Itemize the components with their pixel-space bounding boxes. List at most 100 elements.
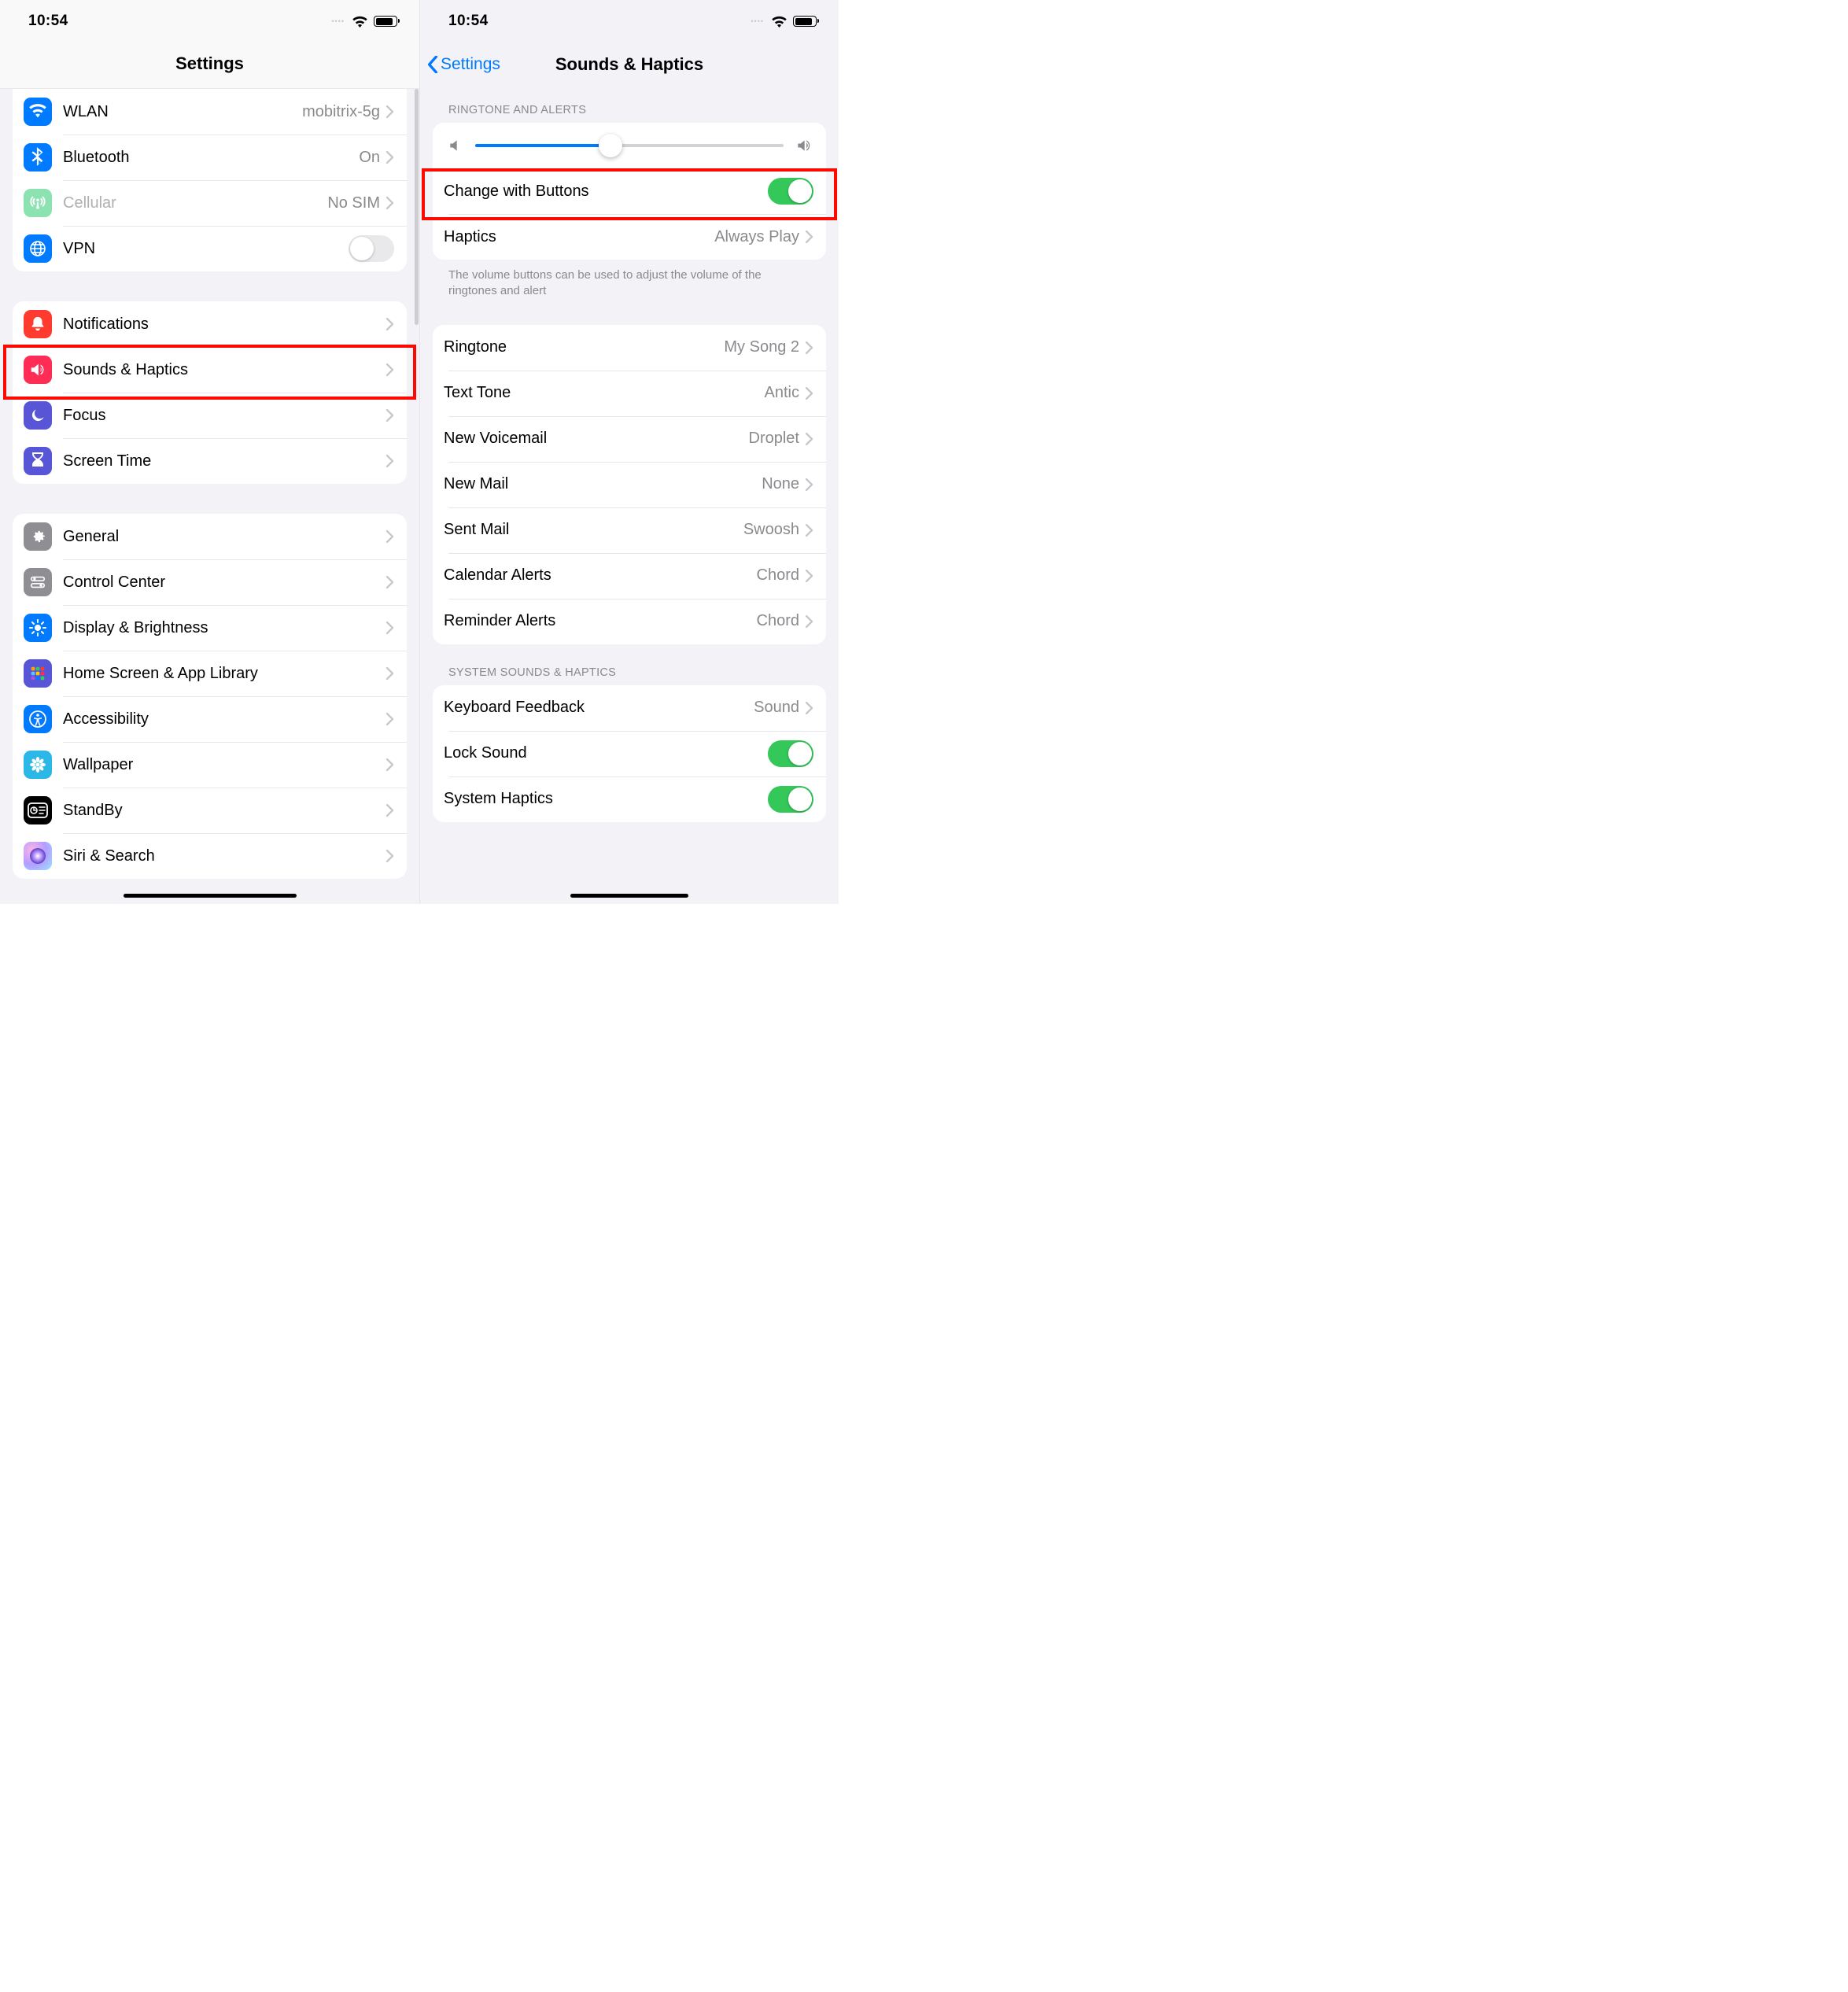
bluetooth-row[interactable]: Bluetooth On xyxy=(13,135,407,180)
chevron-right-icon xyxy=(386,850,394,862)
slider-thumb[interactable] xyxy=(599,134,622,157)
hourglass-icon xyxy=(24,447,52,475)
calendar-alerts-row[interactable]: Calendar Alerts Chord xyxy=(433,553,826,599)
chevron-right-icon xyxy=(386,197,394,209)
row-value: mobitrix-5g xyxy=(302,103,380,121)
reminder-alerts-row[interactable]: Reminder Alerts Chord xyxy=(433,599,826,644)
row-value: No SIM xyxy=(327,194,380,212)
sounds-haptics-row[interactable]: Sounds & Haptics xyxy=(13,347,407,393)
wallpaper-row[interactable]: Wallpaper xyxy=(13,742,407,788)
notifications-row[interactable]: Notifications xyxy=(13,301,407,347)
back-button[interactable]: Settings xyxy=(426,55,500,74)
row-label: Display & Brightness xyxy=(63,619,208,637)
row-label: General xyxy=(63,528,119,546)
siri-search-row[interactable]: Siri & Search xyxy=(13,833,407,879)
row-label: StandBy xyxy=(63,802,123,820)
volume-low-icon xyxy=(447,138,464,153)
vpn-row[interactable]: VPN xyxy=(13,226,407,271)
scroll-indicator[interactable] xyxy=(415,89,419,325)
chevron-right-icon xyxy=(806,702,813,714)
system-haptics-toggle[interactable] xyxy=(768,786,813,813)
general-row[interactable]: General xyxy=(13,514,407,559)
row-label: Sent Mail xyxy=(444,521,509,539)
moon-icon xyxy=(24,401,52,430)
status-icons: •••• xyxy=(331,16,397,28)
keyboard-feedback-row[interactable]: Keyboard Feedback Sound xyxy=(433,685,826,731)
chevron-right-icon xyxy=(386,758,394,771)
lock-sound-row[interactable]: Lock Sound xyxy=(433,731,826,777)
display-brightness-row[interactable]: Display & Brightness xyxy=(13,605,407,651)
vpn-toggle[interactable] xyxy=(349,235,394,262)
ringtone-row[interactable]: Ringtone My Song 2 xyxy=(433,325,826,371)
home-indicator[interactable] xyxy=(124,894,297,898)
antenna-icon xyxy=(24,189,52,217)
row-label: Siri & Search xyxy=(63,847,155,865)
status-icons: •••• xyxy=(751,16,817,28)
chevron-right-icon xyxy=(386,530,394,543)
row-value: Antic xyxy=(765,384,799,402)
control-center-row[interactable]: Control Center xyxy=(13,559,407,605)
wifi-icon xyxy=(771,16,788,28)
text-tone-row[interactable]: Text Tone Antic xyxy=(433,371,826,416)
chevron-right-icon xyxy=(386,622,394,634)
chevron-right-icon xyxy=(386,318,394,330)
switches-icon xyxy=(24,568,52,596)
row-value: On xyxy=(359,149,380,167)
new-mail-row[interactable]: New Mail None xyxy=(433,462,826,507)
new-voicemail-row[interactable]: New Voicemail Droplet xyxy=(433,416,826,462)
status-time: 10:54 xyxy=(448,13,489,30)
row-label: Wallpaper xyxy=(63,756,133,774)
row-label: Cellular xyxy=(63,194,116,212)
chevron-right-icon xyxy=(386,409,394,422)
accessibility-row[interactable]: Accessibility xyxy=(13,696,407,742)
standby-row[interactable]: StandBy xyxy=(13,788,407,833)
section-header-ringtone: RINGTONE AND ALERTS xyxy=(420,87,839,123)
row-value: Chord xyxy=(757,566,799,585)
globe-icon xyxy=(24,234,52,263)
wifi-icon xyxy=(352,16,368,28)
volume-slider[interactable] xyxy=(475,144,784,147)
row-label: System Haptics xyxy=(444,790,553,808)
sent-mail-row[interactable]: Sent Mail Swoosh xyxy=(433,507,826,553)
row-label: New Mail xyxy=(444,475,508,493)
chevron-right-icon xyxy=(806,231,813,243)
section-header-system: SYSTEM SOUNDS & HAPTICS xyxy=(420,644,839,685)
chevron-right-icon xyxy=(386,105,394,118)
chevron-right-icon xyxy=(386,667,394,680)
chevron-right-icon xyxy=(386,713,394,725)
row-label: Screen Time xyxy=(63,452,151,470)
wifi-icon xyxy=(24,98,52,126)
row-label: Focus xyxy=(63,407,105,425)
row-value: Chord xyxy=(757,612,799,630)
row-label: Sounds & Haptics xyxy=(63,361,188,379)
change-with-buttons-row[interactable]: Change with Buttons xyxy=(433,168,826,214)
chevron-right-icon xyxy=(806,341,813,354)
row-label: Keyboard Feedback xyxy=(444,699,585,717)
wlan-row[interactable]: WLAN mobitrix-5g xyxy=(13,89,407,135)
system-haptics-row[interactable]: System Haptics xyxy=(433,777,826,822)
volume-slider-row xyxy=(433,123,826,168)
back-label: Settings xyxy=(441,55,500,74)
notifications-group: Notifications Sounds & Haptics Focus xyxy=(13,301,407,484)
chevron-right-icon xyxy=(386,455,394,467)
grid-icon xyxy=(24,659,52,688)
volume-group: Change with Buttons Haptics Always Play xyxy=(433,123,826,260)
bell-icon xyxy=(24,310,52,338)
home-screen-row[interactable]: Home Screen & App Library xyxy=(13,651,407,696)
haptics-row[interactable]: Haptics Always Play xyxy=(433,214,826,260)
focus-row[interactable]: Focus xyxy=(13,393,407,438)
section-footer: The volume buttons can be used to adjust… xyxy=(420,260,839,303)
nav-bar: Settings Sounds & Haptics xyxy=(420,42,839,87)
sun-icon xyxy=(24,614,52,642)
home-indicator[interactable] xyxy=(570,894,688,898)
lock-sound-toggle[interactable] xyxy=(768,740,813,767)
system-sounds-group: Keyboard Feedback Sound Lock Sound Syste… xyxy=(433,685,826,822)
page-title: Settings xyxy=(0,42,419,89)
cellular-row[interactable]: Cellular No SIM xyxy=(13,180,407,226)
battery-icon xyxy=(374,16,397,27)
row-label: Reminder Alerts xyxy=(444,612,555,630)
sounds-haptics-screen: 10:54 •••• Settings Sounds & Haptics RIN… xyxy=(419,0,839,904)
change-with-buttons-toggle[interactable] xyxy=(768,178,813,205)
screen-time-row[interactable]: Screen Time xyxy=(13,438,407,484)
tones-group: Ringtone My Song 2 Text Tone Antic New V… xyxy=(433,325,826,644)
